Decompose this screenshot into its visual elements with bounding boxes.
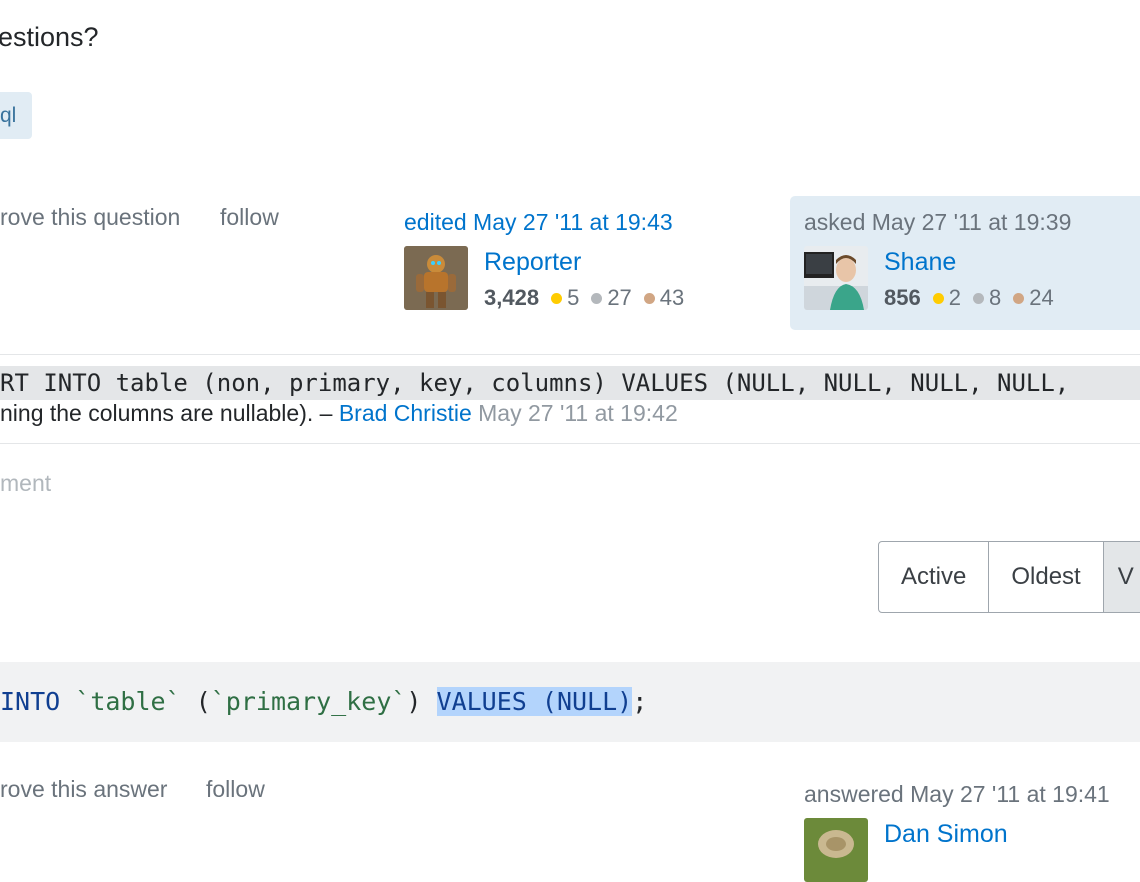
comment: ning the columns are nullable). – Brad C… — [0, 400, 678, 427]
sort-votes-tab[interactable]: V — [1103, 542, 1140, 612]
edited-timestamp[interactable]: edited May 27 '11 at 19:43 — [404, 209, 673, 236]
robot-avatar-image — [404, 246, 468, 310]
sort-oldest-tab[interactable]: Oldest — [989, 542, 1104, 612]
editor-reputation: 3,428 5 27 43 — [484, 285, 684, 311]
asker-name[interactable]: Shane — [884, 248, 956, 277]
gold-badge-count: 5 — [567, 285, 580, 310]
answered-timestamp[interactable]: answered May 27 '11 at 19:41 — [804, 781, 1110, 808]
answerer-avatar[interactable] — [804, 818, 868, 882]
person-avatar-image — [804, 246, 868, 310]
question-title[interactable]: estions? — [0, 22, 99, 53]
asker-reputation: 856 2 8 24 — [884, 285, 1054, 311]
comment-code: RT INTO table (non, primary, key, column… — [0, 366, 1140, 400]
improve-question-link[interactable]: rove this question — [0, 204, 180, 231]
code-punct: ) — [406, 687, 437, 716]
gold-badge-icon — [932, 293, 944, 304]
answer-code-block: INTO `table` (`primary_key`) VALUES (NUL… — [0, 662, 1140, 742]
silver-badge-count: 27 — [607, 285, 632, 310]
comment-author-link[interactable]: Brad Christie — [339, 400, 472, 426]
comments-top-divider — [0, 354, 1140, 355]
silver-badge-count: 8 — [988, 285, 1002, 310]
editor-avatar[interactable] — [404, 246, 468, 310]
sort-active-tab[interactable]: Active — [879, 542, 990, 612]
bronze-badge-icon — [1013, 293, 1025, 304]
reputation-score: 856 — [884, 285, 921, 310]
code-column-name: `primary_key` — [210, 687, 407, 716]
code-punct: ; — [632, 687, 648, 716]
follow-answer-link[interactable]: follow — [206, 776, 265, 803]
code-punct: ( — [180, 687, 211, 716]
tag-sql[interactable]: ql — [0, 92, 32, 139]
comment-body: ning the columns are nullable). – — [0, 400, 333, 426]
bronze-badge-icon — [643, 293, 655, 304]
silver-badge-icon — [591, 293, 603, 304]
silver-badge-icon — [972, 293, 984, 304]
follow-question-link[interactable]: follow — [220, 204, 279, 231]
asked-timestamp[interactable]: asked May 27 '11 at 19:39 — [804, 209, 1071, 236]
improve-answer-link[interactable]: rove this answer — [0, 776, 167, 803]
code-selected-text: VALUES (NULL) — [436, 687, 633, 716]
gold-badge-icon — [551, 293, 563, 304]
asker-avatar[interactable] — [804, 246, 868, 310]
reputation-score: 3,428 — [484, 285, 540, 310]
comment-timestamp[interactable]: May 27 '11 at 19:42 — [478, 400, 678, 426]
answerer-name[interactable]: Dan Simon — [884, 820, 1008, 849]
bronze-badge-count: 43 — [659, 285, 685, 310]
add-comment-link[interactable]: ment — [0, 470, 51, 497]
answer-sort-tabs: Active Oldest V — [878, 541, 1140, 613]
code-keyword: INTO — [0, 687, 61, 716]
code-table-name: `table` — [75, 687, 181, 716]
nature-avatar-image — [804, 818, 868, 882]
bronze-badge-count: 24 — [1029, 285, 1054, 310]
editor-name[interactable]: Reporter — [484, 248, 581, 277]
gold-badge-count: 2 — [948, 285, 961, 310]
comments-bottom-divider — [0, 443, 1140, 444]
